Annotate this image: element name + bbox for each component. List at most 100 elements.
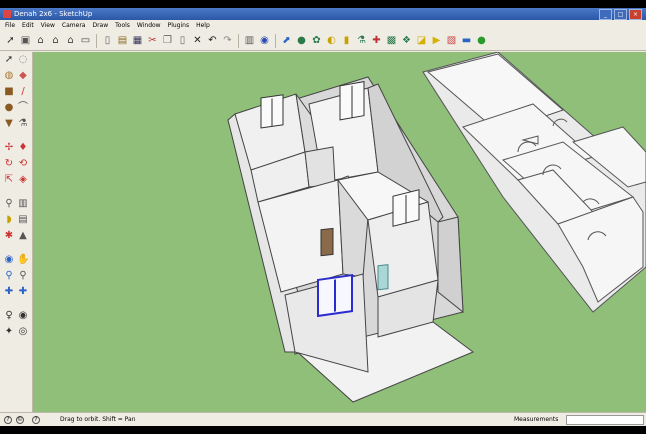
pan-tool-icon[interactable]: ✋ [17,254,29,266]
follow-me-icon[interactable]: ⟲ [17,158,29,170]
3d-text-icon[interactable]: ▶ [430,34,443,47]
copy-icon[interactable]: ❐ [161,34,174,47]
measurements-label: Measurements [514,416,559,423]
section-icon[interactable]: ▧ [445,34,458,47]
orbit-icon[interactable]: ⬈ [280,34,293,47]
pan-icon[interactable]: ● [295,34,308,47]
menu-help[interactable]: Help [196,20,210,31]
rotate-icon[interactable]: ↻ [3,158,15,170]
push-pull-icon[interactable]: ♦ [17,142,29,154]
courtyard-window [392,189,420,227]
dimension-icon[interactable]: ✚ [370,34,383,47]
walk-icon[interactable]: ✦ [3,326,15,338]
menu-file[interactable]: File [5,20,15,31]
home-view-icon[interactable]: ⌂ [34,34,47,47]
text-icon[interactable]: ❖ [400,34,413,47]
dimensions-icon[interactable]: ▥ [17,198,29,210]
rear-window-right [339,81,365,121]
freehand-icon[interactable]: ⚗ [17,118,29,130]
minimize-button[interactable]: _ [599,9,612,20]
look-around-icon[interactable]: ◉ [17,310,29,322]
selected-front-window [317,274,353,318]
help-icon[interactable]: ? [32,416,40,424]
cut-icon[interactable]: ✂ [146,34,159,47]
menu-camera[interactable]: Camera [62,20,86,31]
scale-icon[interactable]: ⇱ [3,174,15,186]
model-scene [227,52,646,403]
sketchup-window: Denah 2x6 - SketchUp _ □ × File Edit Vie… [0,8,646,426]
large-toolset: ➚ ◌ ◍ ◆ ■ / ● ⌒ ▼ ⚗ ✢ ♦ ↻ ⟲ ⇱ ◈ ⚲ ▥ ◗ ▤ … [0,52,33,412]
window-controls: _ □ × [599,9,642,20]
fog-icon[interactable]: ▮ [340,34,353,47]
styles-icon[interactable]: ▬ [460,34,473,47]
zoom-window-icon[interactable]: ⚲ [17,270,29,282]
select-icon[interactable]: ➚ [4,34,17,47]
text-tool-icon[interactable]: ▤ [17,214,29,226]
component-icon[interactable]: ▣ [19,34,32,47]
rectangle-icon[interactable]: ■ [3,86,15,98]
line-icon[interactable]: / [17,86,29,98]
section-plane-icon[interactable]: ◎ [17,326,29,338]
drawing-viewport[interactable] [33,52,646,412]
move-icon[interactable]: ✢ [3,142,15,154]
erase-icon[interactable]: ✕ [191,34,204,47]
orbit-tool-icon[interactable]: ◉ [3,254,15,266]
paint-bucket-icon[interactable]: ◍ [3,70,15,82]
zoom-tool-icon[interactable]: ⚲ [3,270,15,282]
arc-icon[interactable]: ⌒ [17,102,29,114]
protractor-icon[interactable]: ▩ [385,34,398,47]
maximize-button[interactable]: □ [614,9,627,20]
protractor-tool-icon[interactable]: ◗ [3,214,15,226]
status-hint: Drag to orbit. Shift = Pan [60,416,136,423]
menu-edit[interactable]: Edit [22,20,34,31]
menu-bar: File Edit View Camera Draw Tools Window … [0,20,646,31]
user-icon[interactable]: ◉ [258,34,271,47]
warehouse-icon[interactable]: ● [475,34,488,47]
right-view-icon[interactable]: ▭ [79,34,92,47]
paste-icon[interactable]: ▯ [176,34,189,47]
tape-icon[interactable]: ⚗ [355,34,368,47]
polygon-icon[interactable]: ▼ [3,118,15,130]
toolbar-separator [238,33,239,48]
make-component-icon[interactable]: ◌ [17,54,29,66]
axes-tool-icon[interactable]: ✱ [3,230,15,242]
menu-tools[interactable]: Tools [115,20,130,31]
title-bar: Denah 2x6 - SketchUp _ □ × [0,8,646,20]
previous-view-icon[interactable]: ✚ [3,286,15,298]
eraser-icon[interactable]: ◆ [17,70,29,82]
3d-text-tool-icon[interactable]: ▲ [17,230,29,242]
main-toolbar: ➚ ▣ ⌂ ⌂ ⌂ ▭ ▯ ▤ ▦ ✂ ❐ ▯ ✕ ↶ ↷ ▥ ◉ ⬈ ● ✿ … [0,31,646,51]
house-model [227,76,474,403]
front-view-icon[interactable]: ⌂ [49,34,62,47]
close-button[interactable]: × [629,9,642,20]
undo-icon[interactable]: ↶ [206,34,219,47]
geo-location-icon[interactable]: ? [4,416,12,424]
menu-window[interactable]: Window [137,20,161,31]
axes-icon[interactable]: ◪ [415,34,428,47]
top-view-icon[interactable]: ⌂ [64,34,77,47]
new-icon[interactable]: ▯ [101,34,114,47]
tape-measure-icon[interactable]: ⚲ [3,198,15,210]
menu-plugins[interactable]: Plugins [168,20,190,31]
select-tool-icon[interactable]: ➚ [3,54,15,66]
credits-icon[interactable]: © [16,416,24,424]
interior-door [320,227,334,257]
glass-door [377,264,389,291]
save-icon[interactable]: ▦ [131,34,144,47]
toolbar-separator [275,33,276,48]
menu-view[interactable]: View [41,20,55,31]
zoom-extents-icon[interactable]: ✚ [17,286,29,298]
circle-icon[interactable]: ● [3,102,15,114]
shadow-icon[interactable]: ◐ [325,34,338,47]
position-camera-icon[interactable]: ♀ [3,310,15,322]
toolbar-separator [96,33,97,48]
open-icon[interactable]: ▤ [116,34,129,47]
window-title: Denah 2x6 - SketchUp [14,10,93,18]
menu-draw[interactable]: Draw [92,20,108,31]
measurements-input[interactable] [566,415,644,425]
rear-window-left [260,94,284,129]
print-icon[interactable]: ▥ [243,34,256,47]
redo-icon[interactable]: ↷ [221,34,234,47]
offset-icon[interactable]: ◈ [17,174,29,186]
zoom-icon[interactable]: ✿ [310,34,323,47]
